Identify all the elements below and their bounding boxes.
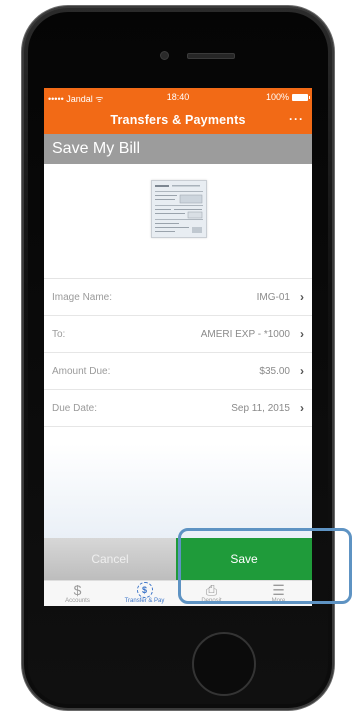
battery-percent: 100% bbox=[265, 92, 289, 102]
bill-document-icon bbox=[152, 181, 206, 237]
detail-value: Sep 11, 2015 bbox=[231, 403, 290, 414]
dollar-icon: $ bbox=[73, 582, 82, 598]
content-background bbox=[44, 444, 312, 538]
cancel-button[interactable]: Cancel bbox=[44, 538, 176, 580]
nav-bar: Transfers & Payments ··· bbox=[44, 108, 312, 134]
tab-label: Transfer & Pay bbox=[124, 598, 165, 604]
section-title: Save My Bill bbox=[44, 134, 312, 164]
front-camera bbox=[160, 51, 169, 60]
detail-row-to[interactable]: To: AMERI EXP - *1000 › bbox=[44, 316, 312, 353]
tab-label: Accounts bbox=[65, 598, 90, 604]
chevron-right-icon: › bbox=[300, 364, 304, 378]
bill-detail-list: Image Name: IMG-01 › To: AMERI EXP - *10… bbox=[44, 279, 312, 427]
battery-status: 100% bbox=[265, 92, 310, 102]
detail-value: IMG-01 bbox=[256, 292, 290, 303]
save-button-highlight bbox=[178, 528, 352, 604]
bill-image-area bbox=[44, 164, 312, 279]
tab-transfer-pay[interactable]: $ Transfer & Pay bbox=[111, 581, 178, 606]
battery-icon bbox=[292, 93, 310, 101]
detail-row-amount-due[interactable]: Amount Due: $35.00 › bbox=[44, 353, 312, 390]
chevron-right-icon: › bbox=[300, 290, 304, 304]
detail-row-due-date[interactable]: Due Date: Sep 11, 2015 › bbox=[44, 390, 312, 427]
detail-value: $35.00 bbox=[259, 366, 290, 377]
detail-value: AMERI EXP - *1000 bbox=[200, 329, 290, 340]
detail-label: Due Date: bbox=[52, 403, 98, 414]
earpiece-speaker bbox=[187, 53, 235, 59]
bill-image-thumbnail[interactable] bbox=[151, 180, 207, 238]
detail-label: Amount Due: bbox=[52, 366, 111, 377]
home-button[interactable] bbox=[192, 632, 256, 696]
detail-label: Image Name: bbox=[52, 292, 113, 303]
page-title: Transfers & Payments bbox=[110, 113, 246, 127]
status-bar: ••••• Jandal ᯤ 18:40 100% bbox=[44, 88, 312, 108]
chevron-right-icon: › bbox=[300, 327, 304, 341]
more-options-icon[interactable]: ··· bbox=[289, 112, 304, 126]
chevron-right-icon: › bbox=[300, 401, 304, 415]
detail-label: To: bbox=[52, 329, 66, 340]
transfer-pay-icon: $ bbox=[136, 582, 153, 598]
tab-accounts[interactable]: $ Accounts bbox=[44, 581, 111, 606]
detail-row-image-name[interactable]: Image Name: IMG-01 › bbox=[44, 279, 312, 316]
